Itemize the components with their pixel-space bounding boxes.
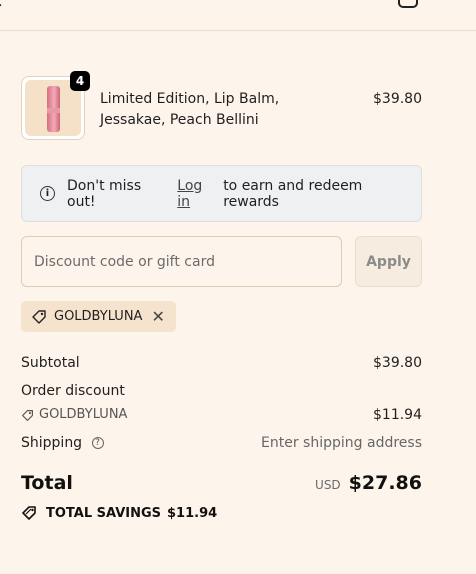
shipping-value: Enter shipping address: [261, 435, 422, 451]
savings-label: TOTAL SAVINGS: [46, 505, 162, 521]
total-amount: $27.86: [348, 472, 422, 494]
rewards-notice: i Don't miss out! Log in to earn and red…: [21, 165, 422, 222]
savings-value: $11.94: [167, 505, 218, 521]
subtotal-value: $39.80: [373, 355, 422, 371]
total-row: Total USD $27.86: [21, 472, 422, 498]
subtotal-label: Subtotal: [21, 355, 80, 371]
product-title: Limited Edition, Lip Balm, Jessakae, Pea…: [100, 91, 280, 128]
notice-suffix: to earn and redeem rewards: [223, 177, 363, 210]
close-icon[interactable]: ✕: [151, 307, 164, 326]
lip-balm-band: [47, 108, 60, 113]
quantity-badge: 4: [70, 71, 90, 91]
tag-icon: [32, 309, 46, 324]
currency-code: USD: [315, 478, 341, 492]
apply-discount-button[interactable]: Apply: [355, 236, 422, 287]
login-link[interactable]: Log in: [177, 178, 219, 210]
tag-icon: [22, 409, 33, 421]
savings-tag-icon: [22, 506, 36, 520]
cart-line-item: 4 Limited Edition, Lip Balm, Jessakae, P…: [21, 71, 422, 140]
order-discount-row: Order discount: [21, 381, 422, 401]
shipping-row: Shipping ? Enter shipping address: [21, 433, 422, 453]
total-label: Total: [21, 472, 73, 494]
discount-code-input[interactable]: [21, 236, 342, 287]
order-discount-code: GOLDBYLUNA: [21, 405, 422, 425]
total-value-group: USD $27.86: [315, 472, 422, 494]
shopping-bag-icon[interactable]: [398, 0, 418, 8]
total-savings: TOTAL SAVINGS $11.94: [21, 505, 217, 521]
help-icon[interactable]: ?: [91, 437, 104, 449]
notice-prefix: Don't miss out!: [67, 177, 142, 210]
order-discount-code-row: GOLDBYLUNA $11.94: [21, 405, 422, 425]
applied-discount-chip: GOLDBYLUNA ✕: [21, 301, 176, 332]
applied-discount-code: GOLDBYLUNA: [54, 309, 143, 324]
shipping-label: Shipping: [21, 435, 83, 451]
back-chevron-icon[interactable]: [0, 0, 9, 7]
header-bar: [0, 0, 476, 31]
order-discount-code-text: GOLDBYLUNA: [39, 407, 128, 422]
product-price: $39.80: [373, 91, 422, 107]
subtotal-row: Subtotal $39.80: [21, 353, 422, 373]
order-discount-value: $11.94: [373, 407, 422, 423]
info-icon: i: [40, 186, 55, 201]
order-discount-label: Order discount: [21, 383, 125, 399]
